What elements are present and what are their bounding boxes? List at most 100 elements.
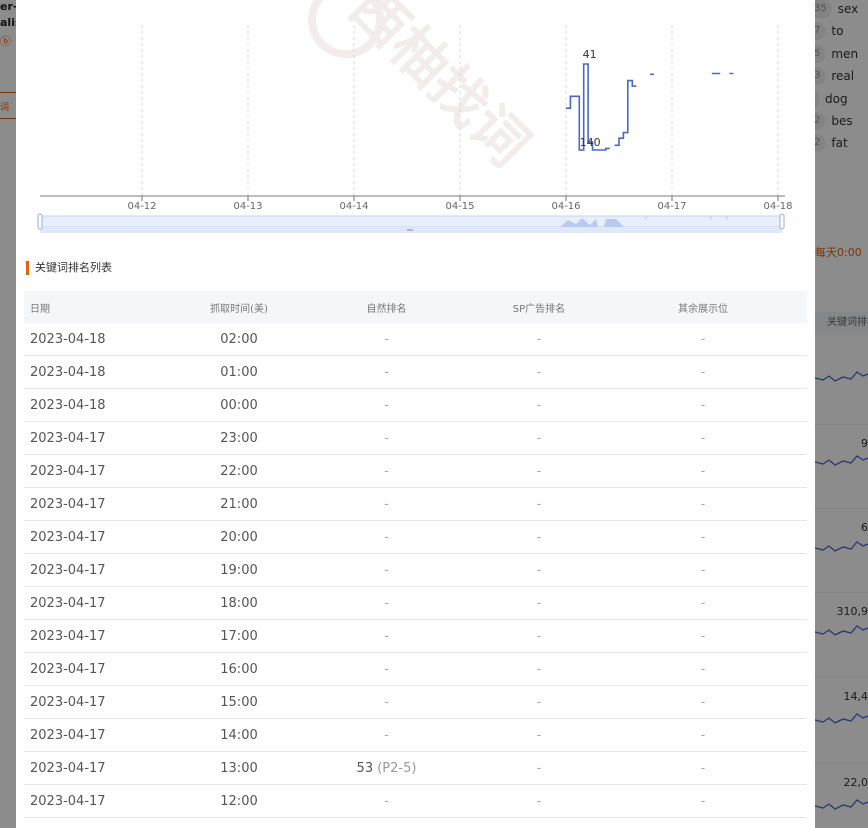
cell-other-placements: - — [700, 562, 706, 578]
cell-date: 2023-04-17 — [30, 463, 106, 479]
cell-date: 2023-04-18 — [30, 397, 106, 413]
cell-sp-ad-rank: - — [536, 760, 542, 776]
cell-date: 2023-04-18 — [30, 364, 106, 380]
organic-rank-value: - — [384, 430, 389, 446]
cell-organic-rank: - — [294, 662, 479, 677]
cell-other-placements: - — [700, 595, 706, 611]
zoom-slider-grip — [407, 229, 413, 231]
point-label: 41 — [583, 48, 597, 61]
table-body: 2023-04-18 02:00- - -2023-04-18 01:00- - -2023… — [24, 323, 807, 818]
cell-organic-rank: - — [294, 563, 479, 578]
organic-rank-value: - — [384, 496, 389, 512]
x-tick-label: 04-16 — [551, 201, 580, 212]
table-row: 2023-04-17 20:00 - - - — [24, 521, 807, 554]
cell-other-placements: - — [700, 430, 706, 446]
zoom-slider-track — [39, 215, 783, 228]
table-row: 2023-04-17 22:00 - - - — [24, 455, 807, 488]
header-sp-ad-rank: SP广告排名 — [512, 303, 566, 315]
x-tick-label: 04-13 — [233, 201, 262, 212]
header-other-placements: 其余展示位 — [678, 303, 728, 315]
header-time: 抓取时间(美) — [210, 303, 268, 315]
cell-time: 12:00 — [220, 793, 258, 809]
organic-rank-value: - — [384, 595, 389, 611]
organic-rank-value: - — [384, 661, 389, 677]
keyword-rank-modal: 西柚找词 04-12 04-13 04-14 04-15 04-16 04-17 04-18… — [16, 0, 815, 828]
cell-other-placements: - — [700, 727, 706, 743]
cell-sp-ad-rank: - — [536, 562, 542, 578]
organic-rank-value: - — [384, 694, 389, 710]
cell-time: 13:00 — [220, 760, 258, 776]
organic-rank-page: (P2-5) — [377, 760, 417, 776]
cell-organic-rank: - — [294, 332, 479, 347]
rank-chart-svg: 西柚找词 04-12 04-13 04-14 04-15 04-16 04-17 04-18… — [37, 0, 793, 233]
header-date: 日期 — [30, 303, 50, 315]
header-organic-rank: 自然排名 — [366, 303, 407, 315]
cell-sp-ad-rank: - — [536, 496, 542, 512]
cell-time: 20:00 — [220, 529, 258, 545]
organic-rank-value: - — [384, 628, 389, 644]
cell-organic-rank: - — [294, 794, 479, 809]
cell-date: 2023-04-18 — [30, 331, 106, 347]
cell-time: 01:00 — [220, 364, 258, 380]
cell-date: 2023-04-17 — [30, 694, 106, 710]
table-row: 2023-04-18 00:00 - - - — [24, 389, 807, 422]
cell-sp-ad-rank: - — [536, 331, 542, 347]
section-title: 关键词排名列表 — [26, 261, 112, 275]
cell-time: 19:00 — [220, 562, 258, 578]
cell-date: 2023-04-17 — [30, 760, 106, 776]
cell-organic-rank: - — [294, 629, 479, 644]
cell-date: 2023-04-17 — [30, 496, 106, 512]
rank-chart: 西柚找词 04-12 04-13 04-14 04-15 04-16 04-17 04-18… — [16, 0, 815, 245]
watermark: 西柚找词 — [337, 0, 541, 179]
cell-time: 23:00 — [220, 430, 258, 446]
rank-table: 日期 抓取时间(美) 自然排名 SP广告排名 其余展示位 2023-04-18 0… — [24, 291, 807, 818]
cell-date: 2023-04-17 — [30, 562, 106, 578]
cell-sp-ad-rank: - — [536, 694, 542, 710]
cell-sp-ad-rank: - — [536, 628, 542, 644]
cell-other-placements: - — [700, 364, 706, 380]
cell-other-placements: - — [700, 463, 706, 479]
table-row: 2023-04-17 15:00 - - - — [24, 686, 807, 719]
table-row: 2023-04-17 17:00 - - - — [24, 620, 807, 653]
x-tick-label: 04-14 — [339, 201, 368, 212]
cell-organic-rank: - — [294, 431, 479, 446]
cell-sp-ad-rank: - — [536, 661, 542, 677]
cell-other-placements: - — [700, 628, 706, 644]
table-row: 2023-04-17 21:00 - - - — [24, 488, 807, 521]
table-header: 日期 抓取时间(美) 自然排名 SP广告排名 其余展示位 — [24, 291, 807, 323]
organic-rank-value: - — [384, 793, 389, 809]
point-label: 140 — [580, 136, 601, 149]
cell-time: 18:00 — [220, 595, 258, 611]
cell-time: 22:00 — [220, 463, 258, 479]
cell-sp-ad-rank: - — [536, 397, 542, 413]
cell-sp-ad-rank: - — [536, 430, 542, 446]
cell-time: 14:00 — [220, 727, 258, 743]
organic-rank-value: - — [384, 397, 389, 413]
cell-sp-ad-rank: - — [536, 463, 542, 479]
x-tick-label: 04-18 — [763, 201, 792, 212]
cell-other-placements: - — [700, 661, 706, 677]
cell-organic-rank: - — [294, 728, 479, 743]
cell-time: 15:00 — [220, 694, 258, 710]
cell-organic-rank: - — [294, 695, 479, 710]
organic-rank-value: - — [384, 529, 389, 545]
table-row: 2023-04-17 12:00 - - - — [24, 785, 807, 818]
cell-organic-rank: - — [294, 530, 479, 545]
table-row: 2023-04-17 19:00 - - - — [24, 554, 807, 587]
x-tick-label: 04-15 — [445, 201, 474, 212]
cell-date: 2023-04-17 — [30, 661, 106, 677]
cell-organic-rank: - — [294, 365, 479, 380]
cell-sp-ad-rank: - — [536, 793, 542, 809]
organic-rank-value: - — [384, 331, 389, 347]
cell-organic-rank: 53 (P2-5) — [294, 761, 479, 776]
cell-sp-ad-rank: - — [536, 727, 542, 743]
cell-other-placements: - — [700, 496, 706, 512]
cell-organic-rank: - — [294, 596, 479, 611]
cell-other-placements: - — [700, 694, 706, 710]
organic-rank-value: - — [384, 364, 389, 380]
cell-date: 2023-04-17 — [30, 430, 106, 446]
cell-other-placements: - — [700, 529, 706, 545]
organic-rank-value: - — [384, 727, 389, 743]
cell-other-placements: - — [700, 793, 706, 809]
cell-organic-rank: - — [294, 398, 479, 413]
